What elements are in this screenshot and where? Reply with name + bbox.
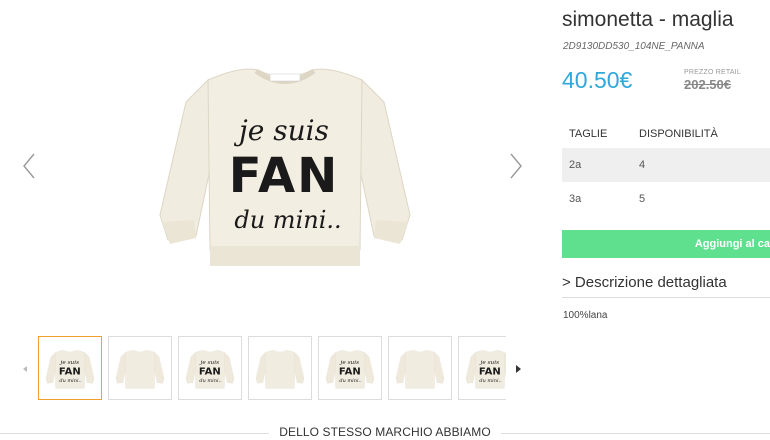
size-value: 3a <box>569 193 582 205</box>
thumbnail-image <box>395 350 445 389</box>
retail-price-label: PREZZO RETAIL <box>684 69 741 76</box>
svg-text:du mini..: du mini.. <box>479 378 502 384</box>
thumbs-prev-button[interactable] <box>20 362 30 374</box>
sizes-header-availability: DISPONIBILITÀ <box>639 128 718 140</box>
thumbnail-item[interactable] <box>108 336 172 400</box>
description-toggle[interactable]: > Descrizione dettagliata <box>562 274 727 291</box>
section-title-wrap: DELLO STESSO MARCHIO ABBIAMO <box>0 425 770 439</box>
sizes-header-size: TAGLIE <box>569 128 608 140</box>
svg-text:FAN: FAN <box>199 367 221 378</box>
thumbnail-image: je suisFANdu mini.. <box>185 350 235 389</box>
gallery-next-button[interactable] <box>505 146 527 186</box>
chevron-left-icon <box>23 153 35 179</box>
add-to-cart-label: Aggiungi al ca <box>694 238 770 250</box>
thumbnail-item[interactable] <box>248 336 312 400</box>
svg-text:je suis: je suis <box>339 360 360 366</box>
svg-text:FAN: FAN <box>59 367 81 378</box>
thumbnail-item[interactable]: je suis FAN du mini.. <box>178 336 242 400</box>
thumbnail-item[interactable]: je suis FAN du mini.. <box>458 336 506 400</box>
thumbs-next-button[interactable] <box>513 362 523 374</box>
svg-text:FAN: FAN <box>479 367 501 378</box>
thumbnail-image: je suisFANdu mini.. <box>45 350 95 389</box>
sizes-table-header: TAGLIE DISPONIBILITÀ <box>562 120 770 148</box>
retail-price: 202.50€ <box>684 77 731 92</box>
chevron-right-icon <box>510 153 522 179</box>
product-price: 40.50€ <box>562 67 633 93</box>
description-divider <box>562 297 770 298</box>
sizes-table: TAGLIE DISPONIBILITÀ 2a 4 3a 5 <box>562 120 770 216</box>
gallery-prev-button[interactable] <box>18 146 40 186</box>
product-sku: 2D9130DD530_104NE_PANNA <box>563 41 705 52</box>
material-text: 100%lana <box>563 310 608 321</box>
svg-text:je suis: je suis <box>199 360 220 366</box>
caret-right-icon <box>516 365 521 373</box>
size-row[interactable]: 3a 5 <box>562 182 770 216</box>
svg-text:FAN: FAN <box>339 367 361 378</box>
size-row[interactable]: 2a 4 <box>562 148 770 182</box>
section-title: DELLO STESSO MARCHIO ABBIAMO <box>269 425 501 439</box>
thumbnail-image: je suisFANdu mini.. <box>465 350 506 389</box>
svg-text:du mini..: du mini.. <box>339 378 362 384</box>
sweater-text-line-3: du mini.. <box>234 206 341 234</box>
thumbnail-item[interactable] <box>388 336 452 400</box>
thumbnail-image <box>255 350 305 389</box>
caret-left-icon <box>23 366 27 372</box>
svg-text:je suis: je suis <box>479 360 500 366</box>
availability-value: 5 <box>639 193 646 205</box>
sweater-text-line-2: FAN <box>229 148 340 204</box>
thumbnail-image: je suisFANdu mini.. <box>325 350 375 389</box>
thumbnail-item[interactable]: je suis FAN du mini.. <box>318 336 382 400</box>
thumbnail-image <box>115 350 165 389</box>
svg-text:je suis: je suis <box>59 360 80 366</box>
sweater-text-line-1: je suis <box>233 114 329 147</box>
main-product-image: je suis FAN du mini.. <box>150 40 420 280</box>
svg-text:du mini..: du mini.. <box>199 378 222 384</box>
add-to-cart-button[interactable]: Aggiungi al ca <box>562 230 770 258</box>
thumbnail-item[interactable]: je suis FAN du mini.. <box>38 336 102 400</box>
thumbnail-strip: je suis FAN du mini.. je suis FAN du mini.. je… <box>38 336 506 402</box>
size-value: 2a <box>569 159 582 171</box>
availability-value: 4 <box>639 159 646 171</box>
svg-text:du mini..: du mini.. <box>59 378 82 384</box>
product-title: simonetta - maglia <box>562 8 734 31</box>
